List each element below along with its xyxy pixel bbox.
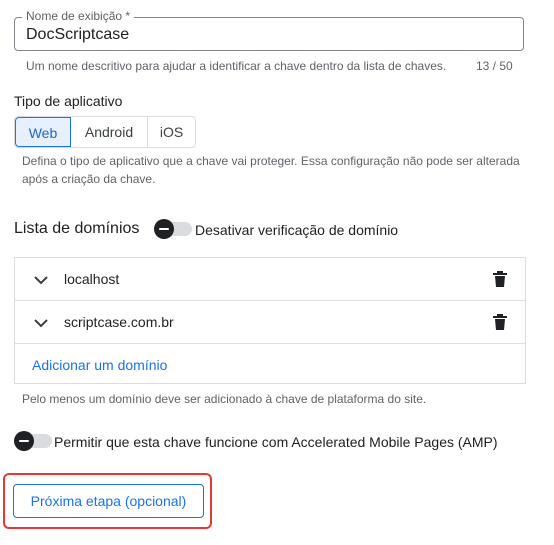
domain-name: localhost — [64, 271, 120, 287]
chevron-down-icon[interactable] — [33, 315, 49, 336]
app-type-selector: Web Android iOS — [14, 116, 196, 148]
domain-name: scriptcase.com.br — [64, 314, 174, 330]
toggle-off-icon — [14, 431, 34, 451]
app-type-ios-button[interactable]: iOS — [148, 117, 195, 147]
next-step-button[interactable]: Próxima etapa (opcional) — [13, 484, 204, 518]
display-name-helper: Um nome descritivo para ajudar a identif… — [26, 59, 447, 73]
domain-check-toggle[interactable] — [154, 218, 192, 240]
domain-row[interactable]: localhost — [15, 258, 525, 301]
domain-check-toggle-label: Desativar verificação de domínio — [195, 222, 399, 238]
amp-toggle-label: Permitir que esta chave funcione com Acc… — [54, 434, 498, 450]
domain-list: localhost scriptcase.com.br Adicionar um… — [14, 257, 526, 384]
trash-icon[interactable] — [493, 314, 507, 335]
app-type-android-button[interactable]: Android — [71, 117, 148, 147]
trash-icon[interactable] — [493, 271, 507, 292]
toggle-off-icon — [154, 219, 174, 239]
display-name-counter: 13 / 50 — [476, 59, 513, 73]
app-type-web-button[interactable]: Web — [15, 117, 71, 147]
add-domain-link[interactable]: Adicionar um domínio — [32, 356, 167, 374]
app-type-title: Tipo de aplicativo — [14, 93, 123, 109]
domain-row[interactable]: scriptcase.com.br — [15, 301, 525, 344]
chevron-down-icon[interactable] — [33, 272, 49, 293]
domain-list-helper: Pelo menos um domínio deve ser adicionad… — [22, 392, 427, 406]
amp-toggle[interactable] — [14, 430, 52, 452]
app-type-helper-line2: após a criação da chave. — [22, 172, 156, 186]
app-type-helper-line1: Defina o tipo de aplicativo que a chave … — [22, 154, 520, 168]
domain-list-title: Lista de domínios — [14, 220, 140, 237]
display-name-label: Nome de exibição * — [22, 9, 135, 23]
display-name-input[interactable] — [26, 26, 506, 44]
